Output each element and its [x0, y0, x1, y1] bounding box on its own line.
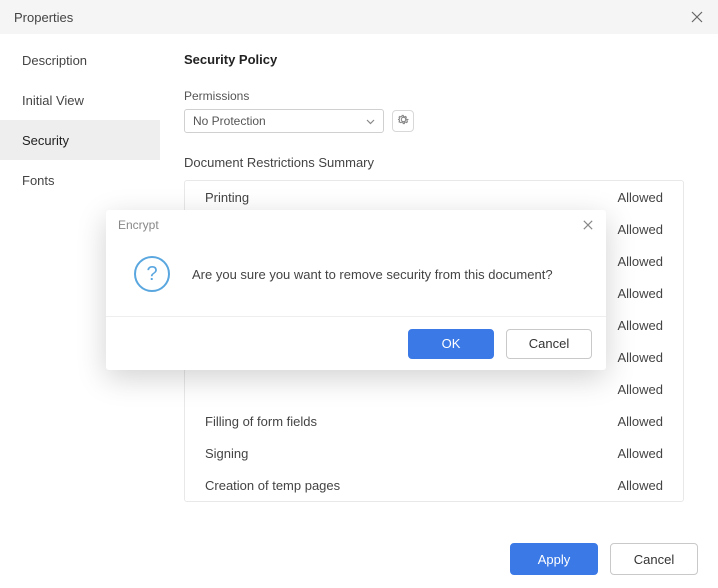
- table-row: Allowed: [185, 373, 683, 405]
- section-title: Security Policy: [184, 52, 684, 67]
- restriction-status: Allowed: [617, 446, 663, 461]
- restriction-name: Signing: [205, 446, 248, 461]
- table-row: Printing Allowed: [185, 181, 683, 213]
- question-icon: ?: [134, 256, 170, 292]
- sidebar-item-label: Description: [22, 53, 87, 68]
- sidebar-item-label: Security: [22, 133, 69, 148]
- table-row: Signing Allowed: [185, 437, 683, 469]
- sidebar-item-label: Fonts: [22, 173, 55, 188]
- close-icon[interactable]: [688, 8, 706, 26]
- modal-footer: OK Cancel: [106, 316, 606, 370]
- restriction-status: Allowed: [617, 286, 663, 301]
- restriction-status: Allowed: [617, 190, 663, 205]
- button-label: Cancel: [634, 552, 674, 567]
- permissions-value: No Protection: [193, 114, 266, 128]
- close-icon[interactable]: [580, 217, 596, 233]
- button-label: Cancel: [529, 336, 569, 351]
- sidebar-item-description[interactable]: Description: [0, 40, 160, 80]
- restriction-status: Allowed: [617, 254, 663, 269]
- table-row: Creation of temp pages Allowed: [185, 469, 683, 501]
- apply-button[interactable]: Apply: [510, 543, 598, 575]
- sidebar-item-label: Initial View: [22, 93, 84, 108]
- encrypt-confirm-dialog: Encrypt ? Are you sure you want to remov…: [106, 210, 606, 370]
- modal-header: Encrypt: [106, 210, 606, 240]
- restriction-status: Allowed: [617, 478, 663, 493]
- table-row: Filling of form fields Allowed: [185, 405, 683, 437]
- permissions-settings-button[interactable]: [392, 110, 414, 132]
- sidebar-item-initial-view[interactable]: Initial View: [0, 80, 160, 120]
- restriction-status: Allowed: [617, 222, 663, 237]
- restriction-status: Allowed: [617, 414, 663, 429]
- chevron-down-icon: [366, 114, 375, 128]
- restriction-name: Printing: [205, 190, 249, 205]
- permissions-label: Permissions: [184, 89, 684, 103]
- permissions-row: No Protection: [184, 109, 684, 133]
- dialog-footer: Apply Cancel: [0, 530, 718, 588]
- restriction-status: Allowed: [617, 318, 663, 333]
- modal-message: Are you sure you want to remove security…: [192, 267, 553, 282]
- sidebar-item-security[interactable]: Security: [0, 120, 160, 160]
- permissions-select[interactable]: No Protection: [184, 109, 384, 133]
- dialog-title: Properties: [14, 10, 73, 25]
- restriction-name: Filling of form fields: [205, 414, 317, 429]
- restriction-status: Allowed: [617, 382, 663, 397]
- sidebar-item-fonts[interactable]: Fonts: [0, 160, 160, 200]
- modal-title: Encrypt: [118, 218, 159, 232]
- restriction-status: Allowed: [617, 350, 663, 365]
- dialog-header: Properties: [0, 0, 718, 34]
- button-label: Apply: [538, 552, 571, 567]
- gear-icon: [397, 113, 410, 129]
- modal-body: ? Are you sure you want to remove securi…: [106, 240, 606, 316]
- restrictions-title: Document Restrictions Summary: [184, 155, 684, 170]
- cancel-button[interactable]: Cancel: [506, 329, 592, 359]
- cancel-button[interactable]: Cancel: [610, 543, 698, 575]
- ok-button[interactable]: OK: [408, 329, 494, 359]
- restriction-name: Creation of temp pages: [205, 478, 340, 493]
- button-label: OK: [442, 336, 461, 351]
